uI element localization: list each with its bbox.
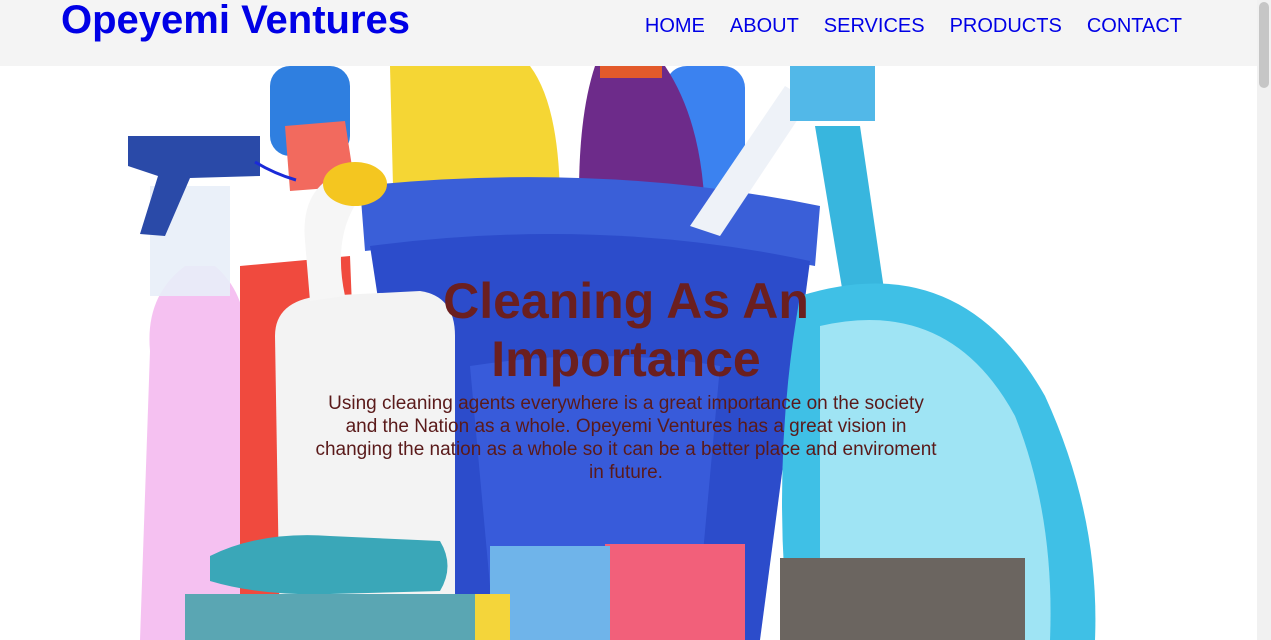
main-nav: HOME ABOUT SERVICES PRODUCTS CONTACT (645, 13, 1182, 39)
purple-bottle-cap (600, 66, 662, 78)
nav-home[interactable]: HOME (645, 13, 705, 39)
gray-brush-bristles (780, 558, 1025, 640)
nav-services[interactable]: SERVICES (824, 13, 925, 39)
scrub-brush-bristles (185, 594, 475, 640)
hero-section: Cleaning As An Importance Using cleaning… (0, 66, 1257, 640)
pink-sponge (605, 544, 745, 640)
nav-contact[interactable]: CONTACT (1087, 13, 1182, 39)
brush-bristles (790, 66, 875, 121)
hero-description: Using cleaning agents everywhere is a gr… (315, 393, 937, 483)
site-header: Opeyemi Ventures HOME ABOUT SERVICES PRO… (0, 0, 1257, 66)
nav-about[interactable]: ABOUT (730, 13, 799, 39)
nav-products[interactable]: PRODUCTS (950, 13, 1062, 39)
brand-logo-text[interactable]: Opeyemi Ventures (61, 0, 410, 44)
scrollbar-thumb[interactable] (1259, 2, 1269, 88)
teal-scrub-brush (210, 535, 448, 595)
hero-text: Cleaning As An Importance Using cleaning… (311, 272, 941, 484)
yellow-cap (323, 162, 387, 206)
page-scrollbar[interactable] (1257, 0, 1271, 640)
hero-title: Cleaning As An Importance (443, 273, 809, 387)
